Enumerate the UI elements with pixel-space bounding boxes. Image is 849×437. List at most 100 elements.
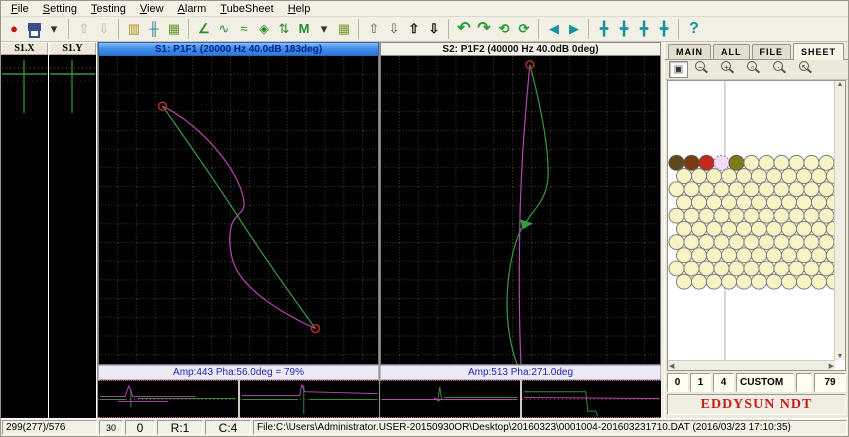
tube[interactable] [759,182,774,197]
tube[interactable] [819,182,834,197]
tube[interactable] [804,208,819,223]
save-dropdown-icon[interactable]: ▾ [44,19,64,39]
tube[interactable] [736,195,751,210]
tube[interactable] [669,208,684,223]
shift-up-button[interactable]: ⇧ [358,19,384,39]
menu-item-view[interactable]: View [133,3,171,15]
tube[interactable] [774,182,789,197]
tube[interactable] [676,169,691,184]
tube[interactable] [796,195,811,210]
tube[interactable] [706,248,721,263]
tab-sheet[interactable]: SHEET [793,43,844,60]
strip-s1x-header[interactable]: S1.X [1,42,48,55]
menu-item-tubesheet[interactable]: TubeSheet [213,3,280,15]
prev-page-button[interactable]: ⇧ [68,19,94,39]
tube[interactable] [676,221,691,236]
tubesheet-map[interactable] [668,81,835,360]
tube[interactable] [759,261,774,276]
dual-view-button[interactable]: ≈ [234,19,254,39]
tube[interactable] [729,208,744,223]
shift-down-bold-button[interactable]: ⇩ [424,19,444,39]
tube[interactable] [811,248,826,263]
rotate-right-button[interactable]: ↷ [474,19,494,39]
tube[interactable] [804,261,819,276]
save-button[interactable] [24,19,44,39]
tube[interactable] [751,248,766,263]
tube[interactable] [796,221,811,236]
tube[interactable] [789,261,804,276]
tube[interactable] [676,248,691,263]
strip-s1x-plot[interactable] [1,55,48,423]
tube[interactable] [691,221,706,236]
tube[interactable] [811,274,826,289]
tube[interactable] [804,235,819,250]
probe-cross-3-button[interactable]: ╋ [634,19,654,39]
tube[interactable] [751,221,766,236]
tube[interactable] [684,208,699,223]
strip-view-button[interactable]: ∿ [214,19,234,39]
tube[interactable] [796,169,811,184]
tube[interactable] [811,221,826,236]
tube[interactable] [721,195,736,210]
tube[interactable] [811,169,826,184]
tube-flagged[interactable] [669,155,684,170]
tube[interactable] [796,248,811,263]
tube[interactable] [736,248,751,263]
tube[interactable] [699,261,714,276]
select-tool-icon[interactable]: ▣ [669,61,688,78]
tube[interactable] [766,274,781,289]
scroll-down-icon[interactable]: ▼ [837,353,844,360]
tube[interactable] [819,235,834,250]
tube[interactable] [766,169,781,184]
tube[interactable] [684,182,699,197]
tube[interactable] [699,235,714,250]
tube[interactable] [744,208,759,223]
tube[interactable] [729,235,744,250]
tube[interactable] [774,208,789,223]
tube-flagged[interactable] [729,155,744,170]
spin-right-button[interactable]: ⟳ [514,19,534,39]
tube[interactable] [684,261,699,276]
scope-s2-strip-y[interactable] [522,380,662,418]
tubesheet-vscrollbar[interactable]: ▲▼ [834,81,845,360]
tube[interactable] [676,274,691,289]
tube[interactable] [781,221,796,236]
scroll-left-icon[interactable]: ◀ [669,362,674,370]
zoom-in-icon[interactable]: + [718,60,740,79]
tube[interactable] [669,182,684,197]
menu-item-setting[interactable]: Setting [36,3,84,15]
tube[interactable] [669,235,684,250]
tube[interactable] [796,274,811,289]
prev-tube-button[interactable]: ◀ [538,19,564,39]
tube[interactable] [684,235,699,250]
tube[interactable] [789,155,804,170]
tube[interactable] [721,169,736,184]
zoom-fit-icon[interactable]: · [770,60,792,79]
tube[interactable] [774,261,789,276]
impedance-view-button[interactable]: ∠ [188,19,214,39]
mix-button[interactable]: M [294,19,314,39]
tab-file[interactable]: FILE [752,44,792,59]
tube[interactable] [729,261,744,276]
tube[interactable] [781,248,796,263]
tube-selected[interactable] [714,155,729,170]
tube-flagged[interactable] [684,155,699,170]
tube[interactable] [706,274,721,289]
probe-cross-4-button[interactable]: ╋ [654,19,674,39]
tube[interactable] [669,261,684,276]
scroll-right-icon[interactable]: ▶ [829,362,834,370]
strip-s1y-plot[interactable] [49,55,96,423]
tube[interactable] [706,221,721,236]
tube[interactable] [706,195,721,210]
menu-item-file[interactable]: File [4,3,36,15]
tube[interactable] [744,235,759,250]
strip-s1y-header[interactable]: S1.Y [49,42,96,55]
tube[interactable] [729,182,744,197]
tube[interactable] [691,248,706,263]
tube[interactable] [744,261,759,276]
crosshair-view-button[interactable]: ◈ [254,19,274,39]
tube[interactable] [804,182,819,197]
scope-s1-strip-y[interactable] [240,380,380,418]
tube[interactable] [714,182,729,197]
tube[interactable] [714,208,729,223]
